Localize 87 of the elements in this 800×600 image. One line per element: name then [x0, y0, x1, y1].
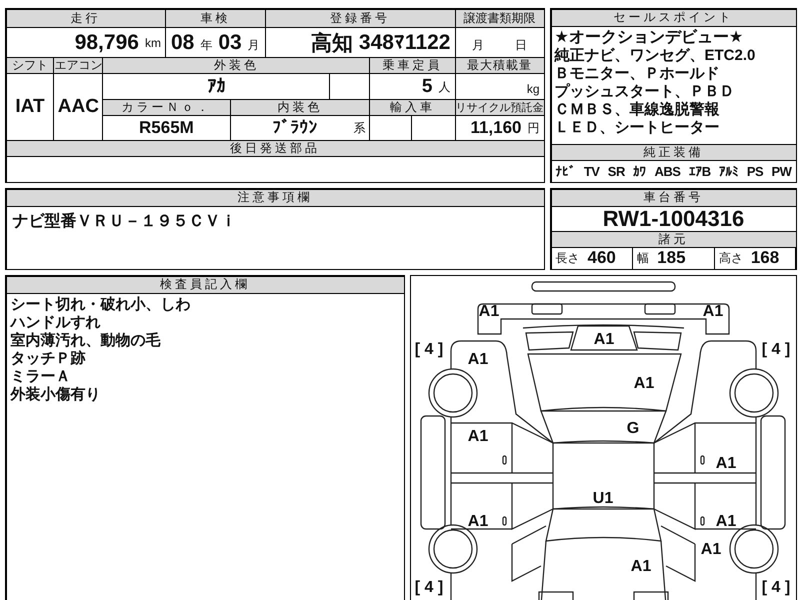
damage-code: A1	[634, 375, 654, 392]
damage-code: U1	[592, 490, 614, 507]
color-number-value: R565M	[139, 118, 194, 138]
sales-point-text: ★オークションデビュー★	[554, 28, 744, 46]
tire-depth: [ 4 ]	[414, 341, 444, 358]
spec-label: 長さ	[556, 250, 580, 266]
interior-color-value: ﾌﾞﾗｳﾝ	[272, 118, 318, 138]
column-header: シフト	[6, 58, 54, 73]
tire-depth: [ 4 ]	[414, 579, 444, 596]
unit-label: 年	[200, 36, 212, 54]
column-header: 登録番号	[266, 10, 454, 28]
plate-number: 348ﾏ1122	[358, 30, 450, 55]
column-header: 走行	[6, 10, 165, 28]
column-header: 輸入車	[370, 100, 454, 116]
month-value: 03	[218, 30, 242, 55]
inspector-note-text: タッチＰ跡	[10, 350, 86, 368]
section-header: 検査員記入欄	[6, 276, 404, 292]
column-header: 最大積載量	[456, 58, 544, 73]
recycle-fee-value: 11,160	[470, 118, 522, 138]
equipment-item: SR	[608, 164, 625, 178]
damage-code: A1	[702, 303, 724, 320]
column-header: 乗車定員	[370, 58, 454, 73]
equipment-item: ｴｱB	[688, 164, 711, 178]
column-header: 内装色	[230, 100, 370, 116]
equipment-item: PW	[772, 164, 792, 178]
equipment-item: ABS	[654, 164, 680, 178]
aircon-value: AAC	[58, 96, 99, 118]
unit-label: kg	[526, 82, 540, 98]
unit-label: 人	[438, 79, 450, 96]
notes-text: ナビ型番ＶＲＵ－１９５ＣＶｉ	[12, 211, 238, 232]
damage-code: A1	[468, 513, 488, 530]
spec-label: 高さ	[718, 250, 743, 266]
inspector-note-text: ミラーＡ	[10, 368, 72, 386]
spec-label: 幅	[637, 250, 650, 266]
column-header: 後日発送部品	[6, 140, 544, 156]
damage-code: G	[626, 420, 640, 437]
unit-label: 月	[248, 36, 260, 54]
column-header: 外装色	[103, 58, 370, 73]
capacity-value: 5	[422, 76, 432, 98]
damage-code: A1	[700, 541, 722, 558]
sales-point-text: ＣＭＢＳ、車線逸脱警報	[554, 100, 720, 118]
spec-value: 168	[750, 248, 780, 268]
damage-code: A1	[716, 513, 736, 530]
year-value: 08	[170, 30, 194, 55]
spec-value: 185	[657, 248, 686, 268]
damage-code: A1	[478, 303, 500, 320]
sales-point-text: Ｂモニター、Ｐホールド	[554, 64, 720, 82]
equipment-item: ｱﾙﾐ	[719, 164, 738, 178]
shift-value: IAT	[15, 96, 45, 118]
unit-label: 月	[472, 36, 484, 54]
mileage-value: 98,796	[74, 30, 139, 55]
section-header: 純正装備	[552, 144, 796, 160]
equipment-item: ｶﾜ	[633, 164, 646, 178]
equipment-item: ﾅﾋﾞ	[556, 164, 576, 178]
section-header: 諸元	[552, 232, 796, 246]
color-value: ｱｶ	[207, 76, 226, 97]
damage-code: A1	[468, 351, 488, 368]
column-header: 車検	[166, 10, 265, 28]
column-header: 譲渡書類期限	[456, 10, 544, 28]
unit-label: km	[144, 36, 161, 50]
inspector-note-text: シート切れ・破れ小、しわ	[10, 296, 192, 314]
unit-label: 系	[353, 120, 366, 137]
inspector-note-text: ハンドルすれ	[10, 314, 102, 332]
sales-point-text: ＬＥＤ、シートヒーター	[554, 118, 720, 136]
inspector-note-text: 外装小傷有り	[10, 386, 102, 404]
damage-code: A1	[630, 558, 652, 575]
damage-code: A1	[594, 331, 614, 348]
column-header: エアコン	[54, 58, 102, 73]
plate-region: 高知	[310, 30, 353, 57]
sales-point-text: プッシュスタート、ＰＢＤ	[554, 82, 736, 100]
chassis-number: RW1-1004316	[602, 206, 744, 230]
section-header: 車台番号	[552, 190, 796, 206]
equipment-item: PS	[746, 164, 764, 178]
column-header: カラーＮｏ．	[103, 100, 230, 116]
sales-point-text: 純正ナビ、ワンセグ、ETC2.0	[554, 46, 756, 64]
inspector-note-text: 室内薄汚れ、動物の毛	[10, 332, 162, 350]
unit-label: 日	[515, 36, 527, 54]
damage-code: A1	[716, 455, 736, 472]
damage-code: A1	[468, 428, 488, 445]
equipment-item: TV	[584, 164, 600, 178]
unit-label: 円	[528, 120, 540, 137]
spec-value: 460	[588, 248, 616, 268]
section-header: 注意事項欄	[6, 190, 544, 206]
column-header: リサイクル預託金	[456, 100, 544, 116]
tire-depth: [ 4 ]	[762, 341, 790, 358]
section-header: セールスポイント	[552, 10, 796, 26]
tire-depth: [ 4 ]	[762, 579, 790, 596]
